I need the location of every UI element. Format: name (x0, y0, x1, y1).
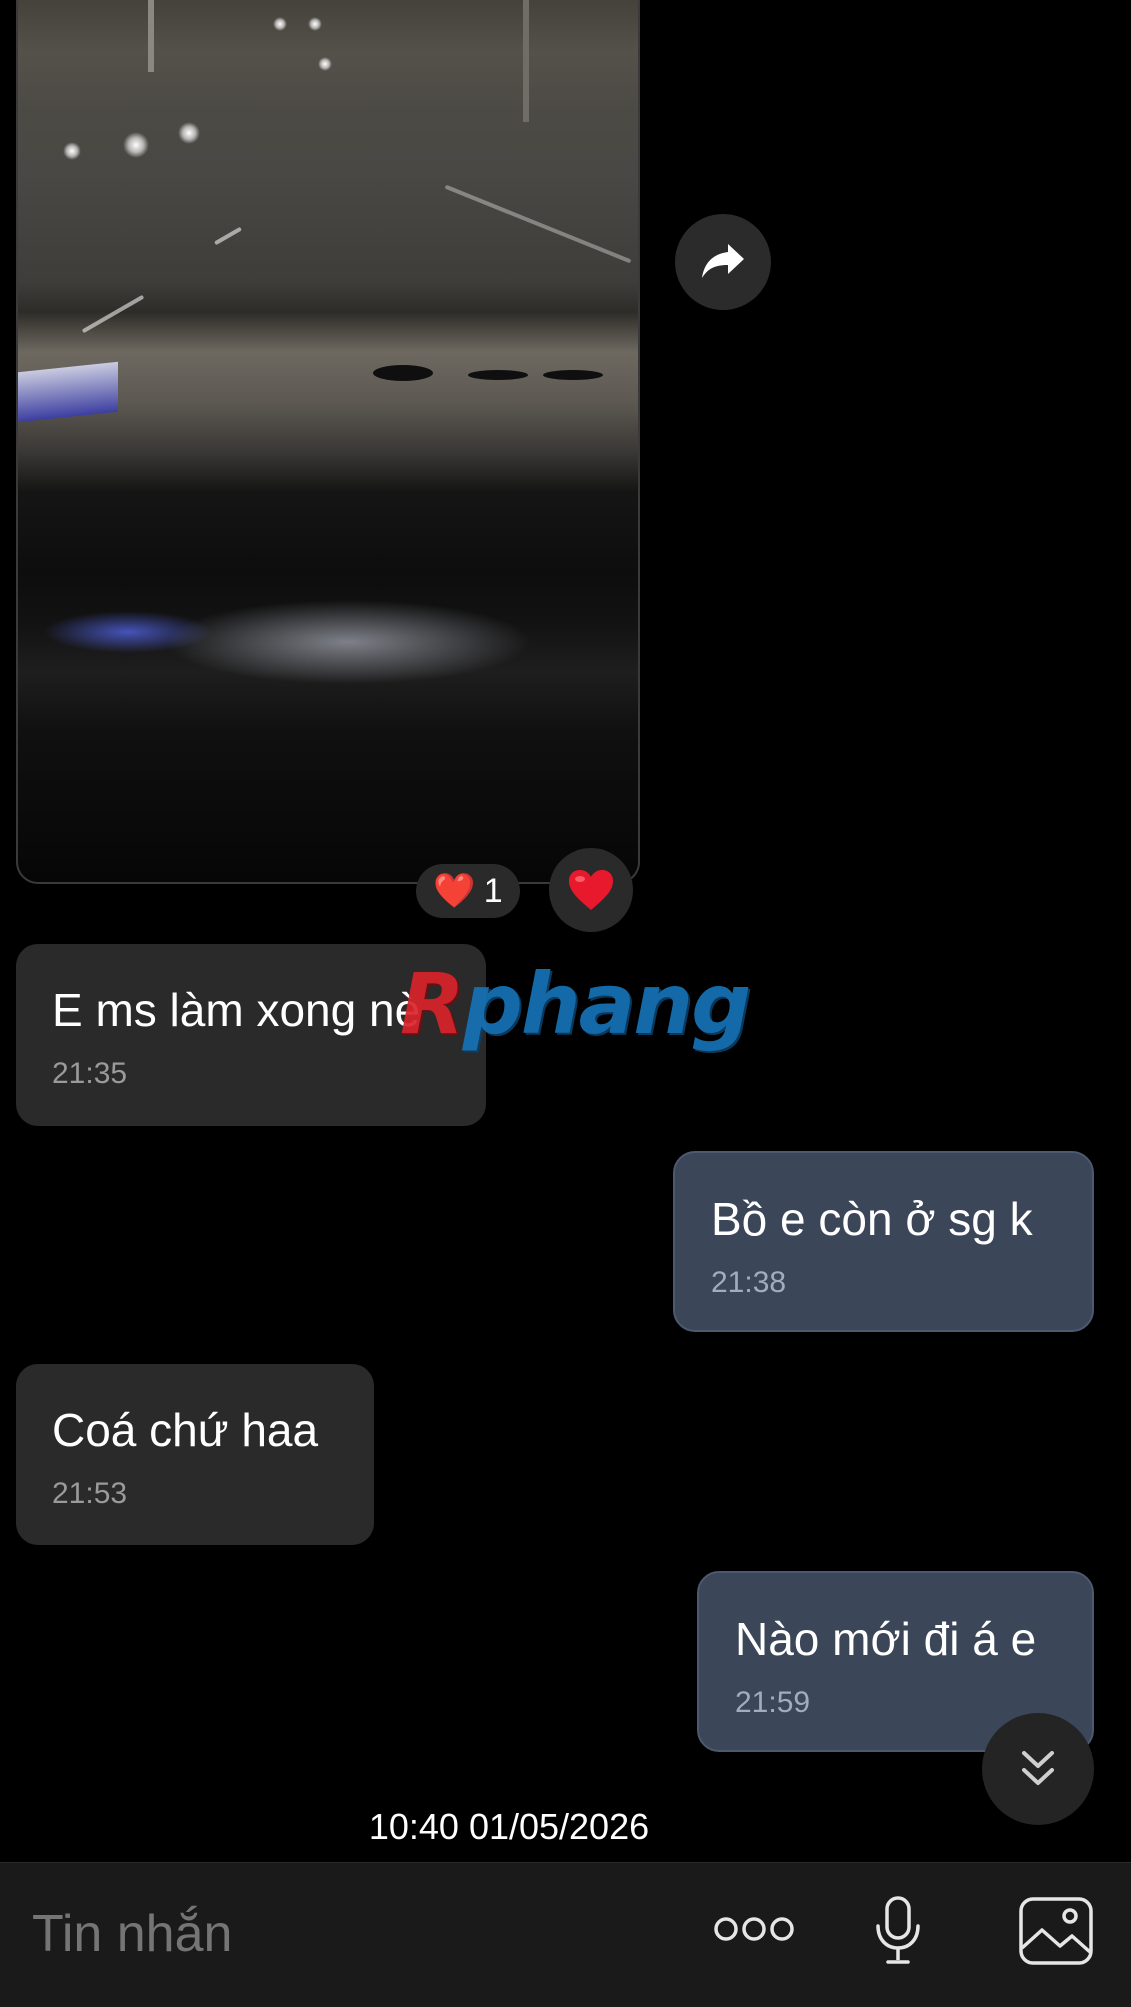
message-text: E ms làm xong nè (52, 984, 421, 1036)
more-dots-icon (714, 1917, 794, 1941)
heart-icon (569, 870, 613, 910)
street-light (308, 17, 322, 31)
dashboard-object (18, 361, 118, 423)
street-light (123, 132, 149, 158)
more-options-button[interactable] (712, 1901, 796, 1957)
street-light (178, 122, 200, 144)
street-light (63, 142, 81, 160)
incoming-message[interactable]: Coá chứ haa 21:53 (16, 1364, 374, 1545)
message-composer (0, 1862, 1131, 2007)
heart-reaction-icon: ❤️ (433, 872, 476, 910)
reaction-summary[interactable]: ❤️ 1 (416, 864, 520, 918)
dashboard-vent (543, 370, 603, 380)
message-text: Coá chứ haa (52, 1404, 319, 1456)
message-text: Bồ e còn ở sg k (711, 1193, 1033, 1245)
incoming-message[interactable]: E ms làm xong nè 21:35 (16, 944, 486, 1126)
gallery-button[interactable] (1016, 1893, 1096, 1969)
image-gallery-icon (1019, 1897, 1093, 1965)
react-heart-button[interactable] (549, 848, 633, 932)
lane-marking (81, 294, 145, 334)
reaction-count-label: 1 (483, 871, 503, 910)
microphone-icon (876, 1896, 920, 1964)
voice-message-button[interactable] (868, 1891, 928, 1971)
video-message-thumbnail[interactable] (16, 0, 640, 884)
outgoing-message[interactable]: Bồ e còn ở sg k 21:38 (673, 1151, 1094, 1332)
street-light (318, 57, 332, 71)
lane-marking (214, 226, 242, 246)
street-light (273, 17, 287, 31)
forward-button[interactable] (675, 214, 771, 310)
message-time: 21:35 (52, 1056, 128, 1090)
message-input[interactable] (30, 1903, 634, 1965)
message-time: 21:59 (735, 1685, 811, 1719)
message-time: 21:53 (52, 1476, 128, 1510)
forward-arrow-icon (702, 244, 744, 278)
street-pole (523, 0, 529, 122)
street-pole (148, 0, 154, 72)
message-time: 21:38 (711, 1265, 787, 1299)
dashboard-vent (373, 365, 433, 381)
lane-marking (444, 184, 632, 264)
date-stamp: 10:40 01/05/2026 (368, 1806, 650, 1847)
message-text: Nào mới đi á e (735, 1613, 1037, 1665)
double-chevron-down-icon (1022, 1751, 1054, 1785)
dashboard-vent (468, 370, 528, 380)
